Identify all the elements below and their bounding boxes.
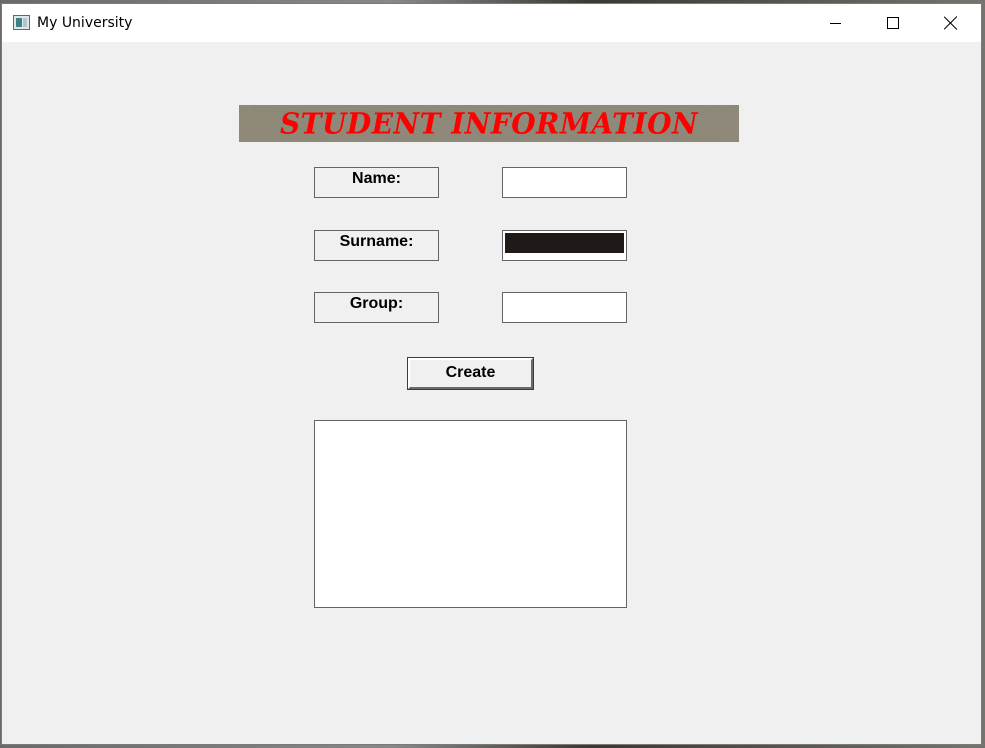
maximize-button[interactable] [864, 4, 922, 42]
banner-title: STUDENT INFORMATION [279, 106, 699, 141]
app-window-icon [13, 15, 30, 30]
output-textarea[interactable] [314, 420, 627, 608]
minimize-icon [829, 22, 841, 24]
app-window: My University STUDENT INFORMATION Name: … [1, 3, 982, 745]
create-button[interactable]: Create [407, 357, 534, 390]
group-label: Group: [314, 292, 439, 323]
close-button[interactable] [922, 4, 980, 42]
maximize-icon [887, 17, 899, 29]
close-icon [944, 16, 958, 30]
surname-label: Surname: [314, 230, 439, 261]
name-label: Name: [314, 167, 439, 198]
minimize-button[interactable] [806, 4, 864, 42]
surname-input[interactable] [502, 230, 627, 261]
form-client-area: STUDENT INFORMATION Name: Surname: Group… [2, 42, 981, 744]
name-input[interactable] [502, 167, 627, 198]
group-input[interactable] [502, 292, 627, 323]
window-title: My University [37, 15, 133, 31]
header-banner: STUDENT INFORMATION [239, 105, 739, 142]
title-bar[interactable]: My University [2, 4, 981, 42]
surname-selection-highlight [505, 233, 624, 253]
